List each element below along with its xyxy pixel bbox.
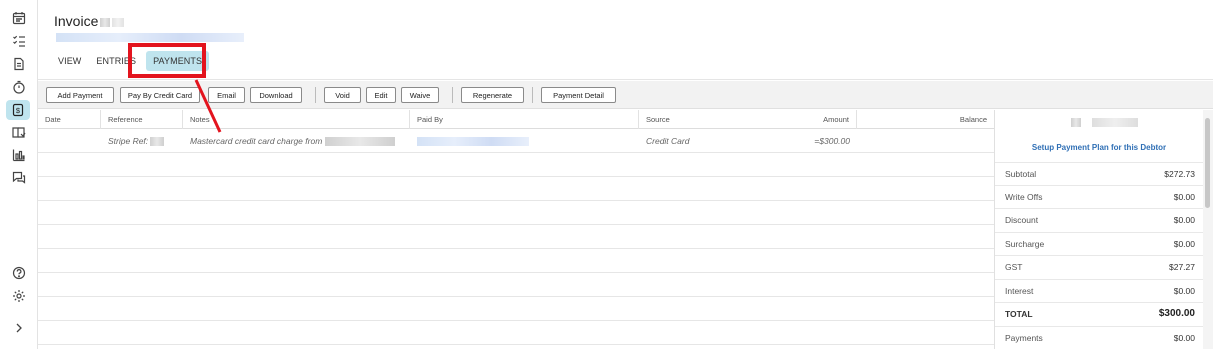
table-header: Date Reference Notes Paid By Source Amou… [38, 110, 994, 129]
summary-row-interest: Interest $0.00 [995, 279, 1203, 302]
toolbar-divider [452, 87, 453, 103]
bar-chart-icon[interactable] [11, 147, 27, 163]
summary-value: $0.00 [1173, 239, 1195, 249]
panel-scrollbar[interactable] [1203, 110, 1213, 349]
redacted-subtitle [56, 33, 244, 42]
stopwatch-icon[interactable] [11, 79, 27, 95]
task-list-icon[interactable] [11, 33, 27, 49]
summary-value: $0.00 [1173, 192, 1195, 202]
column-header-amount[interactable]: Amount [639, 110, 857, 129]
table-row [38, 297, 994, 321]
void-button[interactable]: Void [324, 87, 361, 103]
cell-amount: =$300.00 [814, 136, 850, 146]
summary-row-surcharge: Surcharge $0.00 [995, 232, 1203, 255]
table-row [38, 321, 994, 345]
redacted-debtor-avatar [1071, 118, 1081, 127]
left-rail: $ [0, 0, 38, 349]
column-header-paid-by[interactable]: Paid By [410, 110, 639, 129]
setup-payment-plan-link[interactable]: Setup Payment Plan for this Debtor [995, 143, 1203, 152]
email-button[interactable]: Email [208, 87, 245, 103]
table-row [38, 177, 994, 201]
redacted-notes [325, 136, 396, 146]
help-icon[interactable] [11, 265, 27, 281]
highlight-box [128, 43, 206, 78]
column-header-date[interactable]: Date [38, 110, 101, 129]
add-payment-button[interactable]: Add Payment [46, 87, 114, 103]
tab-view[interactable]: VIEW [52, 52, 87, 70]
table-row [38, 153, 994, 177]
waive-button[interactable]: Waive [401, 87, 439, 103]
column-header-notes[interactable]: Notes [183, 110, 410, 129]
scrollbar-thumb[interactable] [1205, 118, 1210, 208]
summary-value: $0.00 [1173, 215, 1195, 225]
summary-label: Subtotal [1005, 169, 1037, 179]
download-button[interactable]: Download [250, 87, 302, 103]
summary-value: $0.00 [1173, 286, 1195, 296]
invoice-title: Invoice [54, 13, 99, 29]
cell-balance [857, 129, 994, 153]
table-row [38, 273, 994, 297]
document-icon[interactable] [11, 56, 27, 72]
summary-row-payments: Payments $0.00 [995, 326, 1203, 349]
summary-value: $0.00 [1173, 333, 1195, 343]
table-row [38, 201, 994, 225]
chevron-right-icon[interactable] [11, 320, 27, 336]
cell-notes: Mastercard credit card charge from [183, 129, 410, 153]
calendar-icon[interactable] [11, 10, 27, 26]
cell-paid-by [410, 129, 639, 153]
invoice-summary-panel: Setup Payment Plan for this Debtor Subto… [994, 110, 1203, 349]
page-title: Invoice [54, 13, 125, 29]
summary-label: Payments [1005, 333, 1043, 343]
payments-toolbar: Add Payment Pay By Credit Card Email Dow… [38, 81, 1213, 109]
summary-value: $27.27 [1169, 262, 1195, 272]
summary-header: Setup Payment Plan for this Debtor [995, 110, 1203, 160]
payments-table: Date Reference Notes Paid By Source Amou… [38, 110, 994, 349]
cell-source: Credit Card [646, 136, 690, 146]
toolbar-divider [315, 87, 316, 103]
table-row[interactable]: Stripe Ref: Mastercard credit card charg… [38, 129, 994, 153]
svg-text:$: $ [16, 106, 21, 115]
column-header-balance[interactable]: Balance [857, 110, 994, 129]
settings-icon[interactable] [11, 288, 27, 304]
book-icon[interactable] [11, 124, 27, 140]
toolbar-divider [532, 87, 533, 103]
summary-row-subtotal: Subtotal $272.73 [995, 162, 1203, 185]
summary-value: $272.73 [1164, 169, 1195, 179]
edit-button[interactable]: Edit [366, 87, 396, 103]
redacted-invoice-number [100, 17, 111, 27]
pay-by-credit-card-button[interactable]: Pay By Credit Card [120, 87, 200, 103]
redacted-paid-by [417, 136, 529, 146]
table-row [38, 225, 994, 249]
chat-icon[interactable] [11, 170, 27, 186]
summary-label: TOTAL [1005, 309, 1033, 319]
column-header-reference[interactable]: Reference [101, 110, 183, 129]
summary-label: Write Offs [1005, 192, 1043, 202]
summary-value: $300.00 [1158, 308, 1195, 319]
summary-label: Discount [1005, 215, 1039, 225]
reference-text: Stripe Ref: [108, 136, 149, 146]
notes-text: Mastercard credit card charge from [190, 136, 323, 146]
redacted-reference [150, 136, 165, 146]
billing-icon[interactable]: $ [6, 100, 30, 120]
regenerate-button[interactable]: Regenerate [461, 87, 524, 103]
summary-row-discount: Discount $0.00 [995, 208, 1203, 231]
payment-detail-button[interactable]: Payment Detail [541, 87, 616, 103]
summary-row-gst: GST $27.27 [995, 255, 1203, 278]
summary-label: Interest [1005, 286, 1034, 296]
redacted-invoice-number-2 [112, 17, 125, 27]
summary-label: GST [1005, 262, 1023, 272]
cell-date [38, 129, 101, 153]
redacted-debtor-name [1092, 118, 1138, 127]
summary-label: Surcharge [1005, 239, 1045, 249]
summary-row-total: TOTAL $300.00 [995, 302, 1203, 325]
invoice-header: Invoice VIEW ENTRIES PAYMENTS [38, 0, 1213, 80]
table-row [38, 249, 994, 273]
summary-row-write-offs: Write Offs $0.00 [995, 185, 1203, 208]
cell-reference: Stripe Ref: [101, 129, 183, 153]
